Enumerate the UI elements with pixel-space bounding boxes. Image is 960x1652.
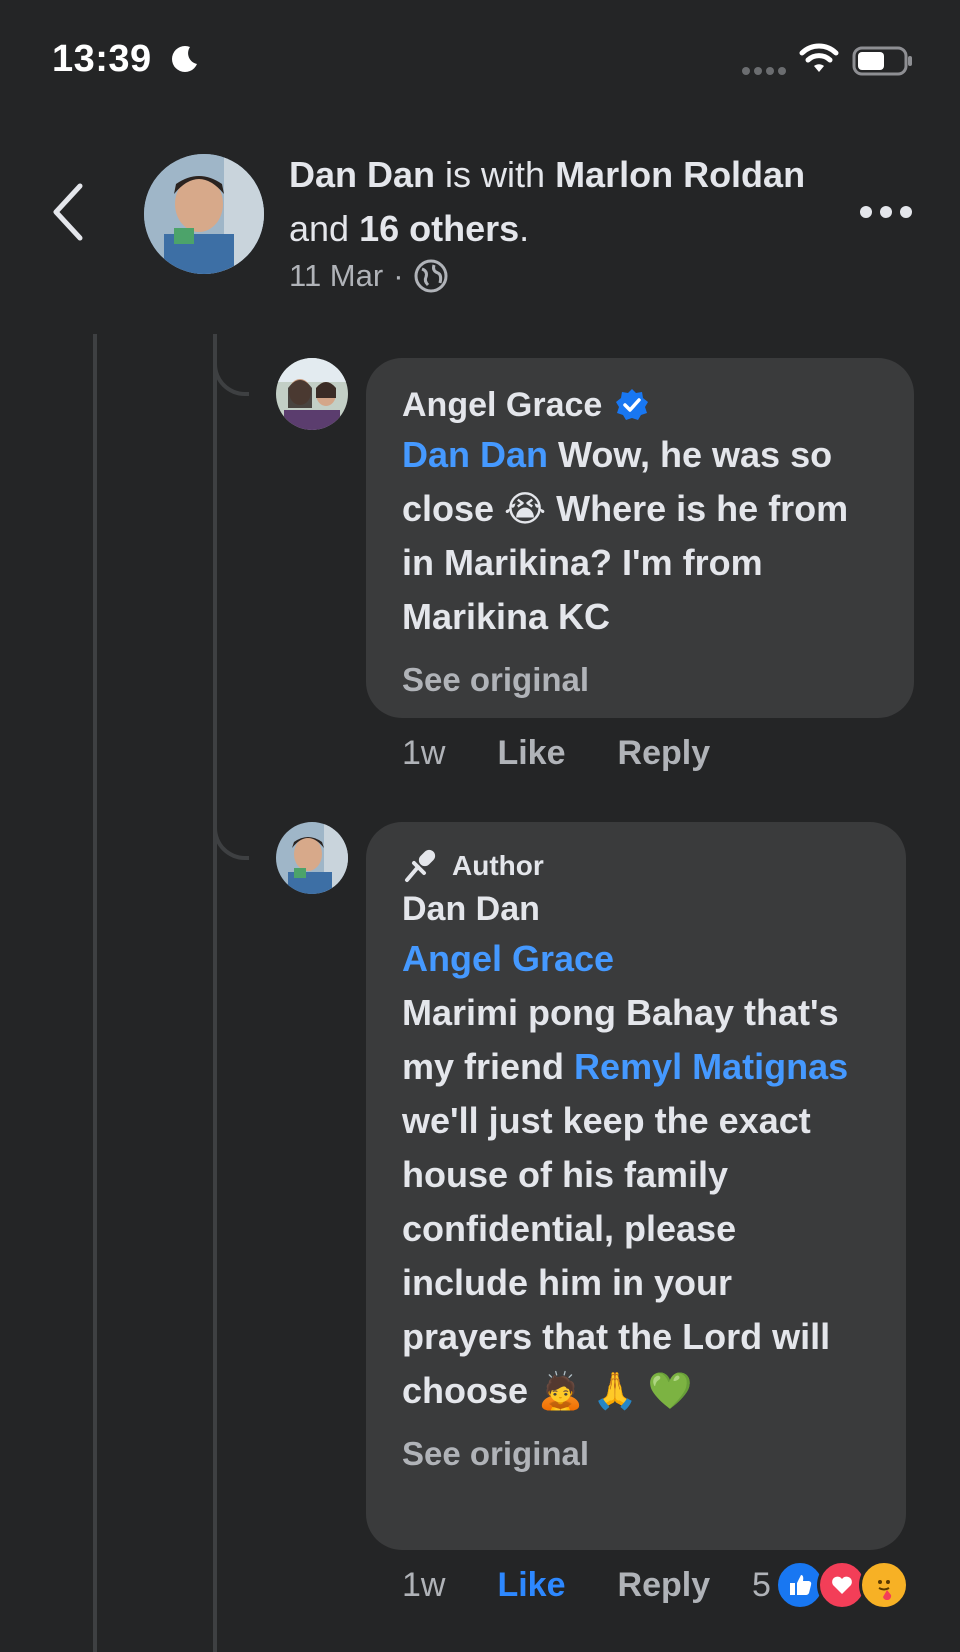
post-title: Dan Dan is with Marlon Roldan and 16 oth… bbox=[289, 154, 806, 249]
comment-time[interactable]: 1w bbox=[402, 1566, 445, 1605]
thread-connector bbox=[213, 800, 249, 860]
tagged-others[interactable]: 16 others bbox=[359, 208, 519, 249]
mention-link[interactable]: Remyl Matignas bbox=[574, 1046, 848, 1087]
moon-icon bbox=[172, 46, 197, 72]
thread-connector bbox=[213, 336, 249, 396]
care-reaction-icon bbox=[858, 1560, 909, 1610]
comment-bubble: Author Dan Dan Angel Grace Marimi pong Ba… bbox=[366, 822, 906, 1550]
status-time: 13:39 bbox=[52, 38, 152, 80]
battery-icon bbox=[852, 46, 912, 76]
reaction-count: 5 bbox=[752, 1565, 771, 1604]
mention-link[interactable]: Angel Grace bbox=[402, 932, 870, 986]
reply-button[interactable]: Reply bbox=[618, 734, 711, 773]
post-header: Dan Dan is with Marlon Roldan and 16 oth… bbox=[0, 130, 960, 310]
commenter-avatar[interactable] bbox=[276, 358, 348, 430]
post-meta: 11 Mar · bbox=[289, 258, 448, 294]
commenter-name-row: Angel Grace bbox=[402, 382, 878, 428]
comment-bubble: Angel Grace Dan Dan Wow, he was so close… bbox=[366, 358, 914, 718]
thread-line bbox=[213, 334, 217, 1652]
commenter-name[interactable]: Angel Grace bbox=[402, 382, 602, 428]
commenter-name[interactable]: Dan Dan bbox=[402, 886, 540, 932]
thread-line bbox=[93, 334, 97, 1652]
verified-badge-icon bbox=[616, 389, 649, 420]
post-author-name[interactable]: Dan Dan bbox=[289, 154, 435, 195]
author-badge: Author bbox=[402, 846, 870, 886]
more-options-icon[interactable] bbox=[858, 204, 914, 220]
reaction-summary[interactable]: 5 bbox=[752, 1560, 909, 1610]
post-date[interactable]: 11 Mar bbox=[289, 258, 383, 294]
comment-actions: 1w Like Reply bbox=[402, 734, 710, 773]
reply-button[interactable]: Reply bbox=[618, 1566, 711, 1605]
like-button[interactable]: Like bbox=[497, 1566, 565, 1605]
cellular-signal-icon bbox=[742, 67, 786, 75]
author-avatar[interactable] bbox=[144, 154, 264, 274]
see-original-link[interactable]: See original bbox=[402, 658, 878, 702]
comment-text: Angel Grace Marimi pong Bahay that's my f… bbox=[402, 932, 870, 1418]
comment-time[interactable]: 1w bbox=[402, 734, 445, 773]
see-original-link[interactable]: See original bbox=[402, 1432, 870, 1476]
microphone-icon bbox=[405, 849, 436, 882]
comment-text: Dan Dan Wow, he was so close 😭 Where is … bbox=[402, 434, 849, 637]
tagged-person[interactable]: Marlon Roldan bbox=[555, 154, 805, 195]
globe-icon bbox=[414, 259, 448, 293]
like-button[interactable]: Like bbox=[497, 734, 565, 773]
mention-link[interactable]: Dan Dan bbox=[402, 434, 548, 475]
back-arrow-icon[interactable] bbox=[50, 182, 84, 242]
status-bar: 13:39 bbox=[0, 0, 960, 120]
author-label: Author bbox=[452, 850, 544, 881]
commenter-avatar[interactable] bbox=[276, 822, 348, 894]
comment-actions: 1w Like Reply bbox=[402, 1566, 710, 1605]
commenter-name-row: Dan Dan bbox=[402, 886, 870, 932]
wifi-icon bbox=[799, 43, 839, 72]
